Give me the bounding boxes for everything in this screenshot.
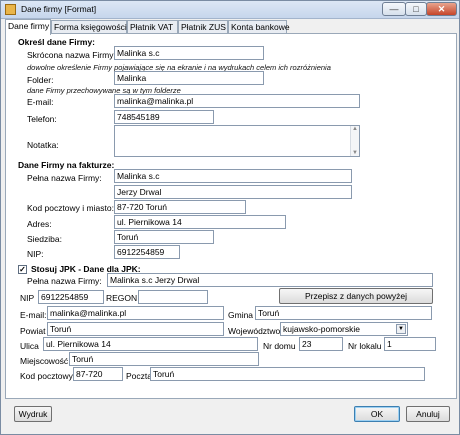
jpk-voivodeship-label: Województwo [228, 326, 281, 336]
jpk-street-label: Ulica [20, 341, 39, 351]
tab-panel-dane-firmy: Określ dane Firmy: Skrócona nazwa Firmy:… [5, 33, 457, 399]
address-input[interactable]: ul. Piernikowa 14 [114, 215, 286, 229]
jpk-email-input[interactable]: malinka@malinka.pl [47, 306, 224, 320]
email-label: E-mail: [27, 97, 54, 107]
jpk-house-input[interactable]: 23 [299, 337, 343, 351]
section-header-company-data: Określ dane Firmy: [18, 37, 96, 47]
jpk-flat-input[interactable]: 1 [384, 337, 436, 351]
postal-city-label: Kod pocztowy i miasto: [27, 203, 114, 213]
ok-button[interactable]: OK [354, 406, 400, 422]
jpk-street-input[interactable]: ul. Piernikowa 14 [43, 337, 258, 351]
seat-label: Siedziba: [27, 234, 62, 244]
jpk-full-name-input[interactable]: Malinka s.c Jerzy Drwal [107, 273, 433, 287]
notes-textarea[interactable]: ▲ ▼ [114, 125, 360, 157]
print-button[interactable]: Wydruk [14, 406, 52, 422]
notes-scrollbar[interactable]: ▲ ▼ [350, 126, 359, 156]
postal-city-input[interactable]: 87-720 Toruń [114, 200, 246, 214]
app-icon [5, 4, 16, 15]
jpk-gmina-input[interactable]: Toruń [255, 306, 432, 320]
copy-from-above-button[interactable]: Przepisz z danych powyżej [279, 288, 433, 304]
jpk-regon-label: REGON [106, 293, 138, 303]
full-name-label: Pełna nazwa Firmy: [27, 173, 102, 183]
tab-dane-firmy[interactable]: Dane firmy [5, 19, 51, 35]
chevron-down-icon[interactable]: ▼ [396, 324, 406, 334]
nip-input[interactable]: 6912254859 [114, 245, 180, 259]
minimize-button[interactable]: — [382, 2, 406, 16]
nip-label: NIP: [27, 249, 44, 259]
folder-input[interactable]: Malinka [114, 71, 264, 85]
close-button[interactable]: ✕ [426, 2, 457, 16]
phone-input[interactable]: 748545189 [114, 110, 214, 124]
notes-label: Notatka: [27, 140, 59, 150]
seat-input[interactable]: Toruń [114, 230, 214, 244]
tab-platnik-zus[interactable]: Płatnik ZUS [178, 20, 228, 34]
jpk-checkbox[interactable]: ✓ [18, 265, 27, 274]
address-label: Adres: [27, 219, 52, 229]
jpk-town-input[interactable]: Toruń [69, 352, 259, 366]
jpk-powiat-label: Powiat [20, 326, 46, 336]
full-name-line1-input[interactable]: Malinka s.c [114, 169, 352, 183]
jpk-house-label: Nr domu [263, 341, 296, 351]
scroll-down-icon[interactable]: ▼ [351, 150, 359, 156]
jpk-nip-label: NIP [20, 293, 35, 303]
jpk-regon-input[interactable] [138, 290, 208, 304]
title-bar[interactable]: Dane firmy [Format] — □ ✕ [1, 1, 459, 19]
short-name-input[interactable]: Malinka s.c [114, 46, 264, 60]
jpk-voivodeship-value: kujawsko-pomorskie [283, 324, 360, 334]
short-name-label: Skrócona nazwa Firmy: [27, 50, 116, 60]
jpk-nip-input[interactable]: 6912254859 [38, 290, 104, 304]
window-title: Dane firmy [Format] [21, 4, 97, 14]
jpk-postal-input[interactable]: 87-720 [73, 367, 123, 381]
tab-konta-bankowe[interactable]: Konta bankowe [228, 20, 290, 34]
folder-label: Folder: [27, 75, 54, 85]
jpk-full-name-label: Pełna nazwa Firmy: [27, 276, 102, 286]
dialog-window: Dane firmy [Format] — □ ✕ Dane firmy For… [0, 0, 460, 435]
jpk-post-label: Poczta [126, 371, 152, 381]
email-input[interactable]: malinka@malinka.pl [114, 94, 360, 108]
maximize-button[interactable]: □ [405, 2, 427, 16]
phone-label: Telefon: [27, 114, 57, 124]
full-name-line2-input[interactable]: Jerzy Drwal [114, 185, 352, 199]
scroll-up-icon[interactable]: ▲ [351, 126, 359, 132]
jpk-gmina-label: Gmina [228, 310, 254, 320]
tab-forma-ksiegowosci[interactable]: Forma księgowości [51, 20, 127, 34]
jpk-powiat-input[interactable]: Toruń [47, 322, 224, 336]
jpk-post-input[interactable]: Toruń [150, 367, 425, 381]
section-header-invoice-data: Dane Firmy na fakturze: [18, 160, 115, 170]
cancel-button[interactable]: Anuluj [406, 406, 450, 422]
jpk-email-label: E-mail: [20, 310, 47, 320]
jpk-town-label: Miejscowość [20, 356, 69, 366]
jpk-postal-label: Kod pocztowy [20, 371, 73, 381]
jpk-voivodeship-select[interactable]: kujawsko-pomorskie ▼ [280, 322, 408, 336]
tab-platnik-vat[interactable]: Płatnik VAT [127, 20, 178, 34]
jpk-flat-label: Nr lokalu [348, 341, 382, 351]
